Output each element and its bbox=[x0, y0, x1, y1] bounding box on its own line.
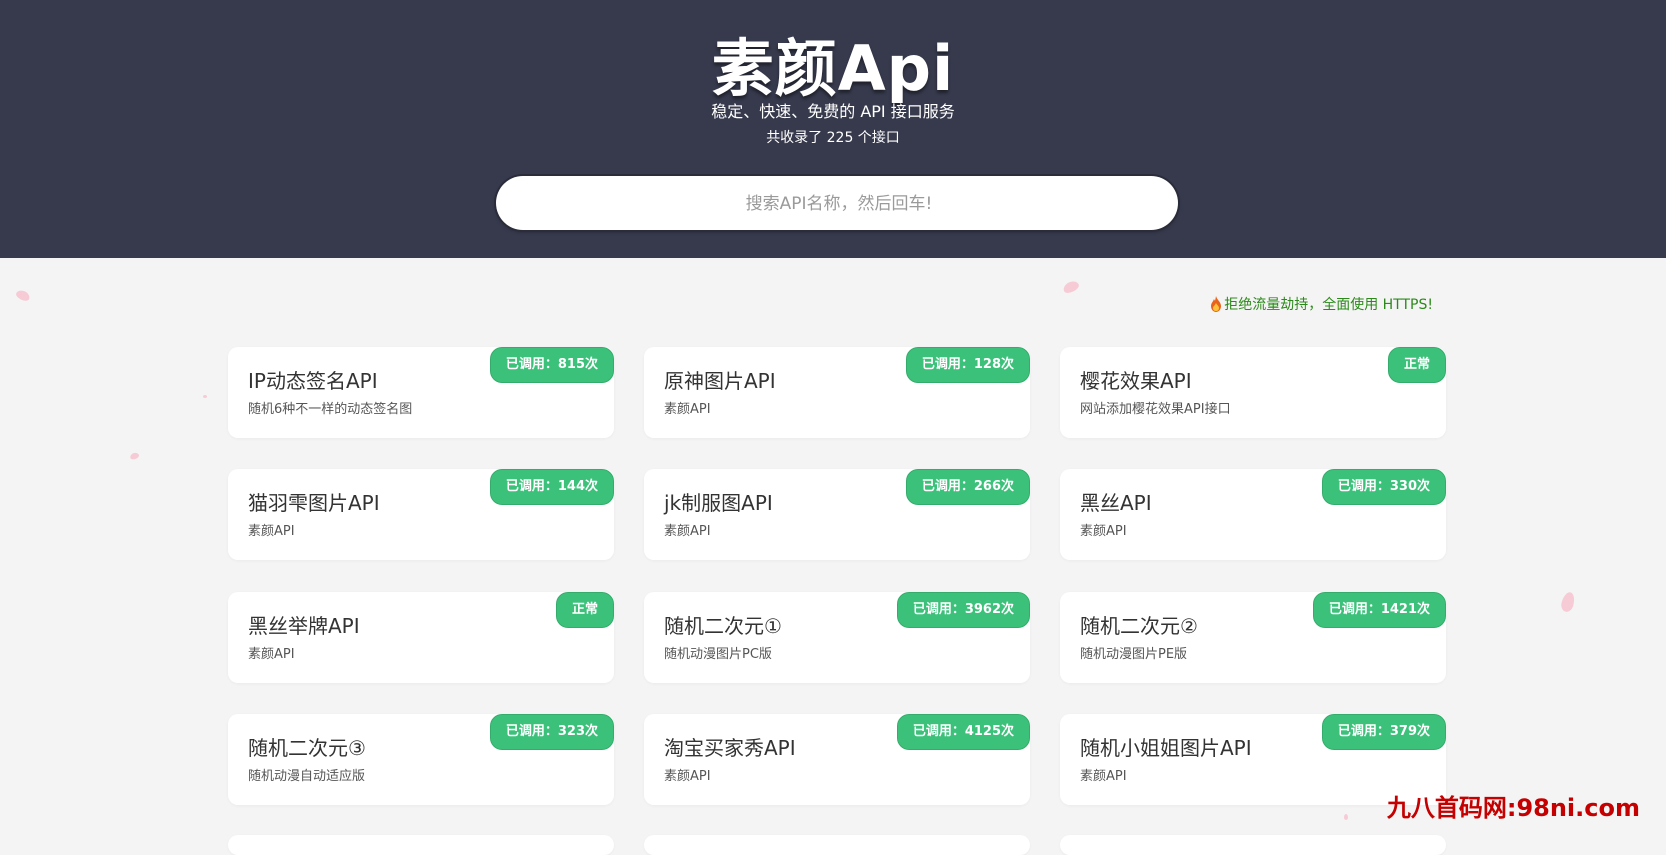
api-card-title: 原神图片API bbox=[664, 369, 776, 393]
api-card-description: 素颜API bbox=[1080, 769, 1127, 784]
api-card-description: 素颜API bbox=[664, 402, 711, 417]
petal-decoration bbox=[14, 288, 32, 303]
api-card[interactable]: 樱花效果API 网站添加樱花效果API接口 正常 bbox=[1060, 347, 1446, 438]
api-card-title: 随机小姐姐图片API bbox=[1080, 736, 1252, 760]
call-count-badge: 已调用：330次 bbox=[1321, 469, 1446, 505]
api-card-description: 随机6种不一样的动态签名图 bbox=[248, 402, 413, 417]
api-card[interactable]: 猫羽雫图片API 素颜API 已调用：144次 bbox=[228, 469, 614, 560]
api-card-description: 素颜API bbox=[664, 769, 711, 784]
call-count-badge: 已调用：144次 bbox=[489, 469, 614, 505]
call-count-badge: 已调用：1421次 bbox=[1312, 592, 1446, 628]
call-count-badge: 已调用：815次 bbox=[489, 347, 614, 383]
notice-text: 拒绝流量劫持，全面使用 HTTPS! bbox=[1224, 297, 1433, 313]
petal-decoration bbox=[1559, 590, 1577, 614]
site-subtitle: 稳定、快速、免费的 API 接口服务 bbox=[711, 102, 955, 121]
api-card-description: 素颜API bbox=[248, 647, 295, 662]
api-card[interactable]: 随机二次元② 随机动漫图片PE版 已调用：1421次 bbox=[1060, 592, 1446, 683]
api-card-title: 随机二次元① bbox=[664, 614, 782, 638]
api-card-description: 网站添加樱花效果API接口 bbox=[1080, 402, 1231, 417]
api-card-title: IP动态签名API bbox=[248, 369, 378, 393]
api-card[interactable]: 原神图片API 素颜API 已调用：128次 bbox=[644, 347, 1030, 438]
site-title: 素颜Api bbox=[711, 32, 955, 105]
api-card-description: 随机动漫图片PC版 bbox=[664, 647, 772, 662]
api-card-title: 黑丝API bbox=[1080, 491, 1152, 515]
api-card[interactable]: 随机二次元① 随机动漫图片PC版 已调用：3962次 bbox=[644, 592, 1030, 683]
api-card-title: 猫羽雫图片API bbox=[248, 491, 380, 515]
watermark-logo: 九八首码网:98ni.com bbox=[1386, 794, 1640, 822]
petal-decoration bbox=[1344, 814, 1348, 820]
api-card-title: 黑丝举牌API bbox=[248, 614, 360, 638]
api-card-description: 随机动漫图片PE版 bbox=[1080, 647, 1188, 662]
https-notice: 拒绝流量劫持，全面使用 HTTPS! bbox=[1210, 294, 1433, 314]
header-banner: 素颜Api 稳定、快速、免费的 API 接口服务 共收录了 225 个接口 bbox=[0, 0, 1666, 258]
search-box bbox=[496, 176, 1182, 232]
api-card-description: 素颜API bbox=[664, 524, 711, 539]
search-input[interactable] bbox=[496, 176, 1182, 232]
api-card[interactable]: 黑丝举牌API 素颜API 正常 bbox=[228, 592, 614, 683]
call-count-badge: 已调用：4125次 bbox=[896, 714, 1030, 750]
call-count-badge: 已调用：323次 bbox=[489, 714, 614, 750]
status-badge: 正常 bbox=[1387, 347, 1446, 383]
call-count-badge: 已调用：379次 bbox=[1321, 714, 1446, 750]
call-count-badge: 已调用：128次 bbox=[905, 347, 1030, 383]
petal-decoration bbox=[129, 451, 140, 461]
petal-decoration bbox=[1061, 279, 1081, 295]
api-card[interactable]: 随机二次元③ 随机动漫自动适应版 已调用：323次 bbox=[228, 714, 614, 805]
api-card-description: 随机动漫自动适应版 bbox=[248, 769, 366, 784]
api-card-title: 随机二次元③ bbox=[248, 736, 366, 760]
api-card[interactable]: IP动态签名API 随机6种不一样的动态签名图 已调用：815次 bbox=[228, 347, 614, 438]
api-card-title: 樱花效果API bbox=[1080, 369, 1192, 393]
api-card-description: 素颜API bbox=[248, 524, 295, 539]
fire-icon bbox=[1210, 296, 1222, 312]
petal-decoration bbox=[203, 395, 207, 398]
call-count-badge: 已调用：3962次 bbox=[896, 592, 1030, 628]
api-card-description: 素颜API bbox=[1080, 524, 1127, 539]
api-card[interactable] bbox=[228, 835, 614, 855]
api-card[interactable] bbox=[644, 835, 1030, 855]
api-card[interactable]: jk制服图API 素颜API 已调用：266次 bbox=[644, 469, 1030, 560]
api-card-title: jk制服图API bbox=[664, 491, 773, 515]
call-count-badge: 已调用：266次 bbox=[905, 469, 1030, 505]
api-card-title: 随机二次元② bbox=[1080, 614, 1198, 638]
api-count: 共收录了 225 个接口 bbox=[766, 130, 900, 146]
api-card[interactable]: 黑丝API 素颜API 已调用：330次 bbox=[1060, 469, 1446, 560]
api-card-title: 淘宝买家秀API bbox=[664, 736, 796, 760]
status-badge: 正常 bbox=[555, 592, 614, 628]
api-card[interactable]: 淘宝买家秀API 素颜API 已调用：4125次 bbox=[644, 714, 1030, 805]
api-card[interactable] bbox=[1060, 835, 1446, 855]
